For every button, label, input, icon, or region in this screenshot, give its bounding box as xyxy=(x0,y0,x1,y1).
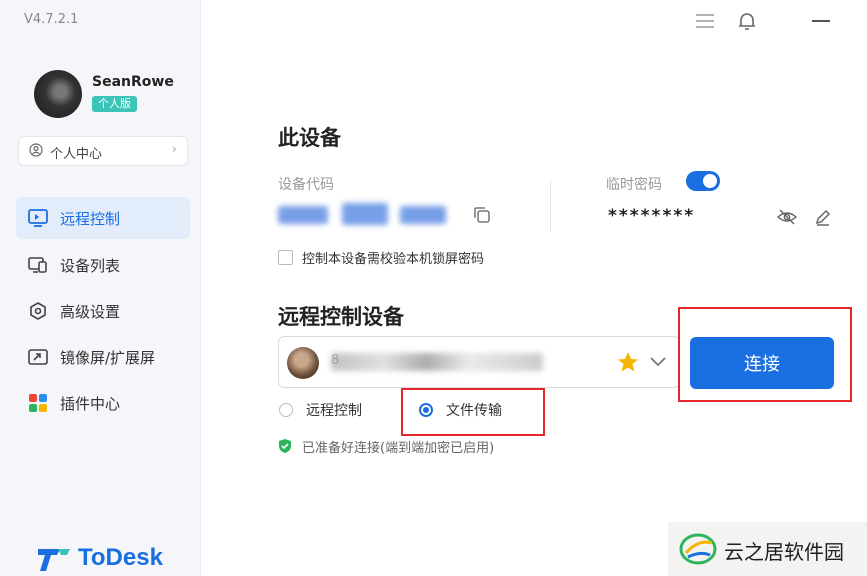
device-id-blurred xyxy=(331,353,543,371)
remote-control-title: 远程控制设备 xyxy=(278,305,404,329)
device-id-input[interactable]: 8 xyxy=(278,336,680,388)
app-version: V4.7.2.1 xyxy=(24,12,79,27)
radio-remote-control[interactable] xyxy=(279,403,293,417)
user-icon xyxy=(29,143,43,157)
connection-status: 已准备好连接(端到端加密已启用) xyxy=(302,441,495,456)
edit-icon[interactable] xyxy=(814,208,832,226)
eye-hidden-icon[interactable] xyxy=(776,208,798,226)
nav-item-advanced-settings[interactable]: 高级设置 xyxy=(16,290,190,332)
brand-name: ToDesk xyxy=(78,544,163,571)
personal-center-button[interactable]: 个人中心 › xyxy=(18,136,188,166)
devices-icon xyxy=(28,257,47,273)
shield-check-icon xyxy=(279,439,291,453)
nav-item-remote-control[interactable]: 远程控制 xyxy=(16,197,190,239)
nav-label: 高级设置 xyxy=(60,303,121,321)
nav-item-mirror-screen[interactable]: 镜像屏/扩展屏 xyxy=(16,336,190,378)
nav-label: 插件中心 xyxy=(60,395,121,413)
device-code-label: 设备代码 xyxy=(278,177,334,193)
lock-password-checkbox[interactable] xyxy=(278,250,293,265)
highlight-box-connect xyxy=(678,307,852,402)
nav-label: 设备列表 xyxy=(60,257,121,275)
chevron-right-icon: › xyxy=(171,142,177,157)
this-device-title: 此设备 xyxy=(278,126,341,150)
radio-label-remote-control: 远程控制 xyxy=(306,403,362,419)
copy-icon[interactable] xyxy=(472,205,492,225)
divider xyxy=(550,180,551,232)
menu-icon[interactable] xyxy=(694,10,716,32)
todesk-logo-icon xyxy=(38,549,70,571)
user-name: SeanRowe xyxy=(92,74,174,90)
star-icon[interactable] xyxy=(617,351,639,373)
plugin-icon xyxy=(29,394,47,412)
personal-center-label: 个人中心 xyxy=(50,147,103,162)
monitor-icon xyxy=(28,209,48,227)
watermark-logo-icon xyxy=(679,533,717,565)
nav-label: 远程控制 xyxy=(60,210,121,228)
nav-item-plugin-center[interactable]: 插件中心 xyxy=(16,382,190,424)
mirror-screen-icon xyxy=(28,349,48,365)
temp-password-label: 临时密码 xyxy=(606,177,662,193)
nav-label: 镜像屏/扩展屏 xyxy=(60,349,156,367)
device-avatar xyxy=(287,347,319,379)
temp-password-value: ******** xyxy=(608,206,696,226)
device-id-value: 8 xyxy=(331,353,340,368)
nav-item-device-list[interactable]: 设备列表 xyxy=(16,244,190,286)
chevron-down-icon[interactable] xyxy=(649,355,667,369)
gear-icon xyxy=(30,302,46,320)
watermark-text: 云之居软件园 xyxy=(724,540,844,564)
minimize-icon[interactable] xyxy=(810,10,832,32)
lock-password-label: 控制本设备需校验本机锁屏密码 xyxy=(302,252,485,267)
sidebar: V4.7.2.1 SeanRowe 个人版 个人中心 › 远程控制 设备列表 高… xyxy=(0,0,201,576)
plan-badge: 个人版 xyxy=(92,96,137,112)
temp-password-toggle[interactable] xyxy=(686,171,720,191)
watermark: 云之居软件园 xyxy=(668,522,867,576)
bell-icon[interactable] xyxy=(736,10,758,32)
highlight-box-file-transfer xyxy=(401,388,545,436)
user-avatar[interactable] xyxy=(34,70,82,118)
